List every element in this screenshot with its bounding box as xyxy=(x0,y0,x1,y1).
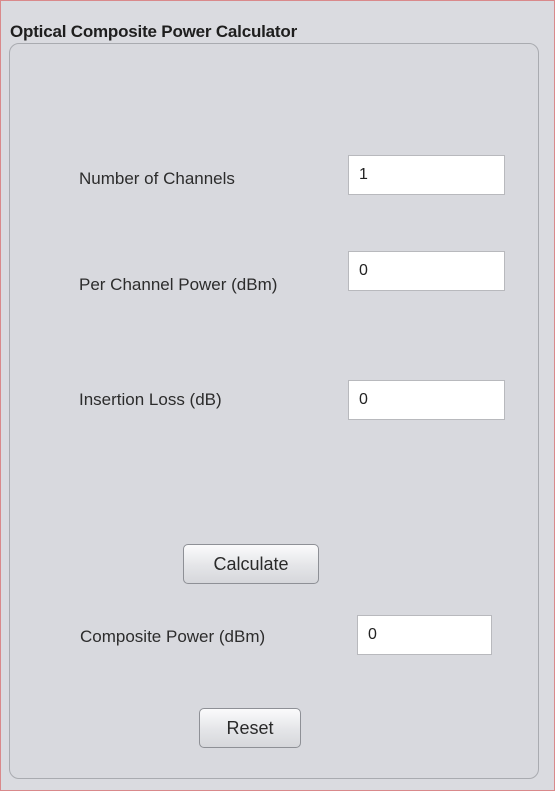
reset-button[interactable]: Reset xyxy=(199,708,301,748)
per-channel-power-label: Per Channel Power (dBm) xyxy=(79,275,278,294)
per-channel-power-input[interactable] xyxy=(348,251,505,291)
calculator-window: Optical Composite Power Calculator Numbe… xyxy=(0,0,555,791)
composite-power-label: Composite Power (dBm) xyxy=(80,627,266,646)
composite-power-output xyxy=(357,615,492,655)
channels-label: Number of Channels xyxy=(79,169,235,188)
panel-title: Optical Composite Power Calculator xyxy=(10,22,297,41)
insertion-loss-label: Insertion Loss (dB) xyxy=(79,390,222,409)
channels-input[interactable] xyxy=(348,155,505,195)
insertion-loss-input[interactable] xyxy=(348,380,505,420)
calculate-button[interactable]: Calculate xyxy=(183,544,319,584)
